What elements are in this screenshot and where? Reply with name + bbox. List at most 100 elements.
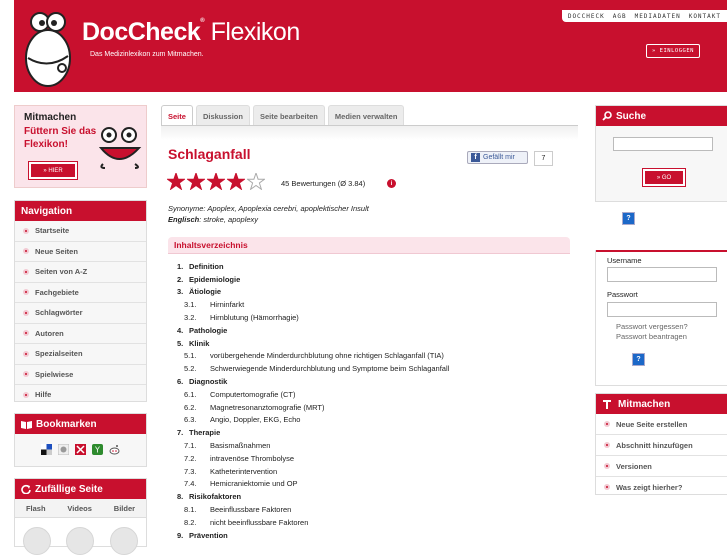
mister-wong-icon[interactable] [58,444,69,455]
toc-text: Basismaßnahmen [210,441,271,451]
star-filled-icon[interactable] [227,173,245,190]
bullet-icon [23,309,29,316]
toc-item[interactable]: 6. Diagnostik [168,375,570,388]
toc-item[interactable]: 7.1. Basismaßnahmen [168,439,570,452]
toc-text: Epidemiologie [189,274,241,284]
nav-item-startseite[interactable]: Startseite [15,221,146,242]
mit-item-versionen[interactable]: Versionen [596,456,727,477]
toc-item[interactable]: 5. Klinik [168,337,570,350]
random-tab-bilder[interactable]: Bilder [114,504,135,513]
username-field[interactable] [607,267,717,282]
login-button[interactable]: » EINLOGGEN [646,44,700,58]
synonyms-text: Apoplex, Apoplexia cerebri, apoplektisch… [207,204,369,213]
toc-text: Prävention [189,530,228,540]
toc-number: 8.2. [184,517,197,527]
flash-icon[interactable] [22,527,51,555]
nav-item-spezialseiten[interactable]: Spezialseiten [15,344,146,365]
toc-text: Schwerwiegende Minderdurchblutung und Sy… [210,364,450,374]
star-filled-icon[interactable] [207,173,225,190]
nav-item-neue-seiten[interactable]: Neue Seiten [15,242,146,262]
nav-item-hilfe[interactable]: Hilfe [15,385,146,405]
star-filled-icon[interactable] [187,173,205,190]
toc-item[interactable]: 2. Epidemiologie [168,273,570,286]
logo-title[interactable]: DocCheck® Flexikon [82,18,300,47]
random-tab-videos[interactable]: Videos [67,504,91,513]
tab-medien-verwalten[interactable]: Medien verwalten [327,105,405,126]
search-input[interactable] [613,137,713,151]
mit-item-was-zeigt-hierher[interactable]: Was zeigt hierher? [596,477,727,497]
doccheck-mascot-logo[interactable] [18,8,78,90]
toc-item[interactable]: 5.2. Schwerwiegende Minderdurchblutung un… [168,362,570,375]
mitmachen-title: Mitmachen [618,398,671,410]
password-field[interactable] [607,302,717,317]
help-icon[interactable]: ? [622,212,635,225]
toc-item[interactable]: 3.1. Hirninfarkt [168,298,570,311]
site-header: DOCCHECK AGB MEDIADATEN KONTAKT DocCheck… [0,0,727,92]
facebook-like-button[interactable]: f Gefällt mir [467,151,528,164]
toc-item[interactable]: 4. Pathologie [168,324,570,337]
image-icon[interactable] [110,527,139,555]
star-filled-icon[interactable] [167,173,185,190]
toc-item[interactable]: 6.1. Computertomografie (CT) [168,388,570,401]
toc-item[interactable]: 7.2. intravenöse Thrombolyse [168,452,570,465]
toc-item[interactable]: 3.2. Hirnblutung (Hämorrhagie) [168,311,570,324]
nav-item-schlagwoerter[interactable]: Schlagwörter [15,303,146,324]
rating-stars[interactable] [167,173,265,190]
nav-label: Spezialseiten [35,349,83,359]
english-label: Englisch [168,215,200,224]
nav-item-spielwiese[interactable]: Spielwiese [15,365,146,385]
star-empty-icon[interactable] [247,173,265,190]
promo-button[interactable]: » HIER [29,162,77,179]
facebook-icon: f [471,153,480,162]
toc-item[interactable]: 8. Risikofaktoren [168,490,570,503]
yigg-icon[interactable]: Y [92,444,103,455]
toc-item[interactable]: 5.1. vorübergehende Minderdurchblutung oh… [168,350,570,363]
login-help-icon[interactable]: ? [632,353,645,366]
toc-item[interactable]: 8.2. nicht beeinflussbare Faktoren [168,516,570,529]
nav-item-autoren[interactable]: Autoren [15,324,146,344]
toc-item[interactable]: 6.3. Angio, Doppler, EKG, Echo [168,414,570,427]
tab-seite[interactable]: Seite [161,105,193,126]
webnews-icon[interactable] [75,444,86,455]
topnav-kontakt[interactable]: KONTAKT [689,13,721,20]
toc-item[interactable]: 8.1. Beeinflussbare Faktoren [168,503,570,516]
mit-item-abschnitt[interactable]: Abschnitt hinzufügen [596,435,727,456]
request-password-link[interactable]: Passwort beantragen [616,332,687,341]
tab-seite-bearbeiten[interactable]: Seite bearbeiten [252,105,325,126]
svg-text:Y: Y [94,446,100,455]
info-icon[interactable]: i [387,179,396,188]
logo-tagline: Das Medizinlexikon zum Mitmachen. [90,51,204,58]
toc-item[interactable]: 6.2. Magnetresonanztomografie (MRT) [168,401,570,414]
creature-illustration [98,127,142,169]
toc-number: 3.2. [184,313,197,323]
toc-item[interactable]: 7. Therapie [168,426,570,439]
video-icon[interactable] [66,527,95,555]
bullet-icon [23,391,29,398]
toc-item[interactable]: 7.3. Katheterintervention [168,465,570,478]
toc-text: Beeinflussbare Faktoren [210,505,292,515]
search-go-button[interactable]: » GO [643,169,685,186]
nav-item-seiten-a-z[interactable]: Seiten von A-Z [15,262,146,283]
random-tab-flash[interactable]: Flash [26,504,46,513]
toc-number: 4. [177,325,184,335]
topnav-doccheck[interactable]: DOCCHECK [568,13,605,20]
nav-item-fachgebiete[interactable]: Fachgebiete [15,283,146,303]
topnav-agb[interactable]: AGB [613,13,627,20]
mit-item-neue-seite[interactable]: Neue Seite erstellen [596,414,727,435]
toc-text: Therapie [189,428,221,438]
toc-item[interactable]: 9. Prävention [168,529,570,542]
mit-label: Neue Seite erstellen [616,419,688,429]
topnav-mediadaten[interactable]: MEDIADATEN [635,13,681,20]
toc-item[interactable]: 3. Ätiologie [168,286,570,299]
delicious-icon[interactable] [41,444,52,455]
mitmachen-promo[interactable]: Mitmachen Füttern Sie das Flexikon! » HI… [14,105,147,188]
toc-item[interactable]: 7.4. Hemicraniektomie und OP [168,478,570,491]
english-line: Englisch: stroke, apoplexy [168,215,258,224]
reddit-icon[interactable] [109,444,120,455]
nav-label: Startseite [35,226,70,236]
tab-diskussion[interactable]: Diskussion [195,105,250,126]
toc-text: Angio, Doppler, EKG, Echo [210,415,301,425]
forgot-password-link[interactable]: Passwort vergessen? [616,322,688,331]
random-tabs: Flash Videos Bilder [15,499,146,518]
toc-item[interactable]: 1. Definition [168,260,570,273]
